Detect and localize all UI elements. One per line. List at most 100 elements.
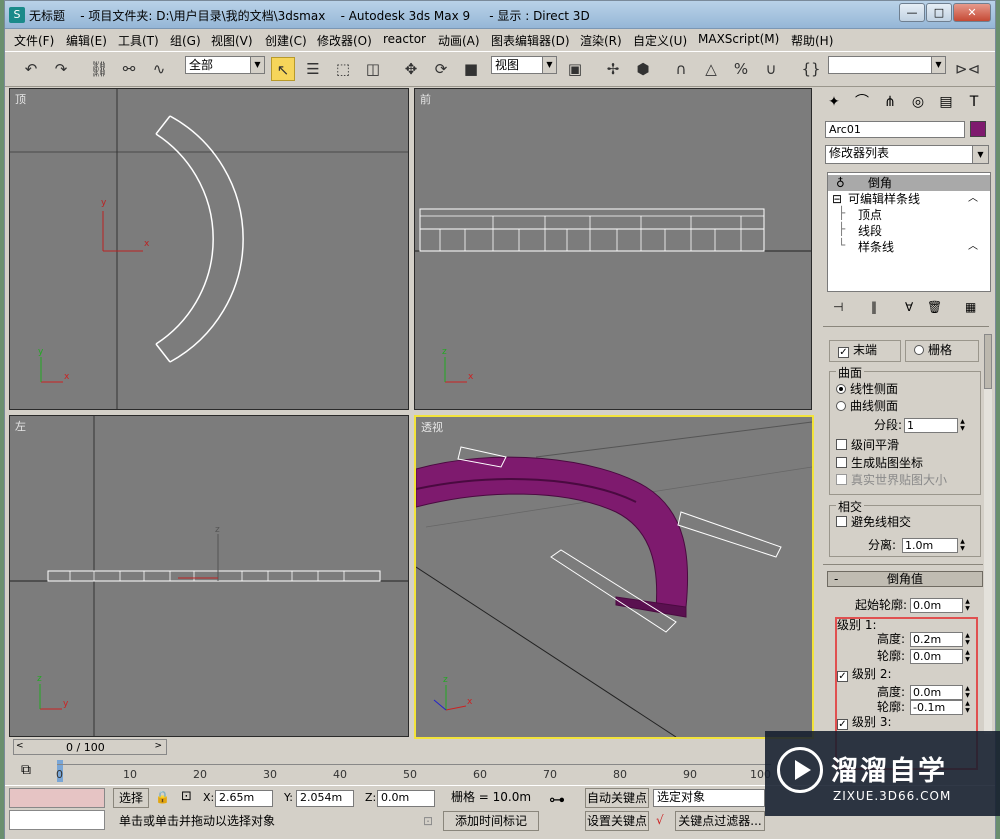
angle-snap-icon[interactable]: △ [699,57,723,81]
viewport-front[interactable]: 前 x z [414,88,812,410]
mini-curve-editor-icon[interactable]: ⧉ [21,762,31,778]
undo-icon[interactable]: ↶ [19,57,43,81]
unlink-icon[interactable]: ⚯ [117,57,141,81]
spinner-arrows-icon[interactable]: ▲ ▼ [958,538,967,553]
x-coordinate-field[interactable]: 2.65m [215,790,273,807]
maxscript-mini-listener[interactable] [9,810,105,830]
menu-edit[interactable]: 编辑(E) [66,32,107,49]
menu-maxscript[interactable]: MAXScript(M) [698,32,779,46]
key-filters-button[interactable]: 关键点过滤器... [675,811,765,831]
menu-customize[interactable]: 自定义(U) [633,32,687,49]
keep-lines-from-crossing-checkbox[interactable]: 避免线相交 [836,515,911,530]
absolute-mode-icon[interactable]: ⊡ [181,789,192,804]
z-coordinate-field[interactable]: 0.0m [377,790,435,807]
spinner-arrows-icon[interactable]: ▲ ▼ [958,418,967,433]
snap-3d-icon[interactable]: ∩ [669,57,693,81]
y-coordinate-field[interactable]: 2.054m [296,790,354,807]
menu-views[interactable]: 视图(V) [211,32,253,49]
close-button[interactable]: ✕ [953,3,991,22]
auto-key-button[interactable]: 自动关键点 [585,788,649,808]
track-bar[interactable]: ⧉ 0 10 20 30 40 50 60 70 80 90 100 [5,758,785,784]
object-name-field[interactable]: Arc01 [825,121,965,138]
menu-rendering[interactable]: 渲染(R) [580,32,622,49]
percent-snap-icon[interactable]: % [729,57,753,81]
smooth-across-levels-checkbox[interactable]: 级间平滑 [836,438,899,453]
keyboard-shortcut-icon[interactable]: ⬢ [631,57,655,81]
linear-sides-radio[interactable]: 线性侧面 [836,382,898,397]
remove-modifier-icon[interactable]: 🗑 [927,300,942,314]
move-icon[interactable]: ✥ [399,57,423,81]
menu-tools[interactable]: 工具(T) [118,32,159,49]
lock-icon[interactable]: 🔒 [155,790,170,804]
separation-spinner[interactable]: 1.0m ▲ ▼ [902,538,965,553]
add-time-tag-button[interactable]: 添加时间标记 [443,811,539,831]
viewport-top[interactable]: 顶 x y x y [9,88,409,410]
pivot-center-icon[interactable]: ▣ [563,57,587,81]
window-crossing-icon[interactable]: ◫ [361,57,385,81]
modify-tab-icon[interactable]: ⌒ [849,91,875,113]
menu-modifiers[interactable]: 修改器(O) [317,32,372,49]
rectangular-selection-icon[interactable]: ⬚ [331,57,355,81]
stack-item-vertex[interactable]: ├ 顶点 [828,206,990,223]
utilities-tab-icon[interactable]: T [961,91,987,113]
stack-item-editable-spline[interactable]: ⊟ 可编辑样条线 ︿ [828,191,990,207]
bind-spacewarp-icon[interactable]: ∿ [147,57,171,81]
viewport-left[interactable]: 左 z y z [9,415,409,737]
slider-right-arrow-icon[interactable]: > [154,741,162,751]
key-selection-dropdown[interactable]: 选定对象 [653,789,765,807]
select-by-name-icon[interactable]: ☰ [301,57,325,81]
spinner-snap-icon[interactable]: ∪ [759,57,783,81]
command-panel-scrollbar[interactable] [984,334,992,734]
cap-end-checkbox[interactable]: ✓ 末端 [838,343,877,358]
minimize-button[interactable]: — [899,3,925,22]
generate-mapping-checkbox[interactable]: 生成贴图坐标 [836,456,923,471]
stack-item-segment[interactable]: ├ 线段 [828,222,990,239]
slider-left-arrow-icon[interactable]: < [16,741,24,751]
configure-sets-icon[interactable]: ▦ [965,300,976,314]
pin-stack-icon[interactable]: ⊣ [833,300,843,314]
mirror-icon[interactable]: ⊳⊲ [955,57,980,81]
scrollbar-thumb[interactable] [984,334,992,389]
maximize-button[interactable]: □ [926,3,952,22]
start-outline-spinner[interactable]: 0.0m ▲ ▼ [910,598,970,613]
set-key-button[interactable]: 设置关键点 [585,811,649,831]
lightbulb-icon[interactable]: ♁ [836,175,845,191]
key-mode-icon[interactable]: ⊶ [549,790,565,809]
menu-file[interactable]: 文件(F) [14,32,54,49]
object-color-swatch[interactable] [970,121,986,137]
display-tab-icon[interactable]: ▤ [933,91,959,113]
menu-help[interactable]: 帮助(H) [791,32,833,49]
bevel-values-rollout[interactable]: - 倒角值 [827,571,983,587]
reference-coord-dropdown[interactable]: 视图 ▼ [491,56,557,74]
real-world-map-size-checkbox[interactable]: 真实世界贴图大小 [836,473,947,488]
named-selection-dropdown[interactable]: ▼ [828,56,946,74]
selection-filter-dropdown[interactable]: 全部 ▼ [185,56,265,74]
default-tangent-icon[interactable]: √ [656,813,664,827]
menu-group[interactable]: 组(G) [170,32,201,49]
curved-sides-radio[interactable]: 曲线侧面 [836,399,898,414]
modifier-list-dropdown[interactable]: 修改器列表 ▼ [825,145,989,164]
segments-spinner[interactable]: 1 ▲ ▼ [904,418,965,433]
link-icon[interactable]: ⛓ [87,57,111,81]
menu-animation[interactable]: 动画(A) [438,32,480,49]
menu-create[interactable]: 创建(C) [265,32,307,49]
viewport-perspective[interactable]: 透视 x z [414,415,814,739]
select-manipulate-icon[interactable]: ✢ [601,57,625,81]
menu-graph-editors[interactable]: 图表编辑器(D) [491,32,570,49]
rotate-icon[interactable]: ⟳ [429,57,453,81]
selection-mode-button[interactable]: 选择 [113,788,149,808]
stack-item-spline[interactable]: └ 样条线 ︿ [828,238,990,255]
maxscript-listener[interactable] [9,788,105,808]
redo-icon[interactable]: ↷ [49,57,73,81]
scale-icon[interactable]: ■ [459,57,483,81]
menu-reactor[interactable]: reactor [383,32,426,46]
cap-grid-radio[interactable]: 栅格 [914,343,952,358]
show-end-result-icon[interactable]: ‖ [871,300,877,314]
time-slider[interactable]: < 0 / 100 > [13,739,167,755]
make-unique-icon[interactable]: ∀ [905,300,913,314]
hierarchy-tab-icon[interactable]: ⋔ [877,91,903,113]
spinner-arrows-icon[interactable]: ▲ ▼ [963,598,972,613]
select-object-icon[interactable]: ↖ [271,57,295,81]
edit-named-selection-icon[interactable]: {} [799,57,823,81]
motion-tab-icon[interactable]: ◎ [905,91,931,113]
